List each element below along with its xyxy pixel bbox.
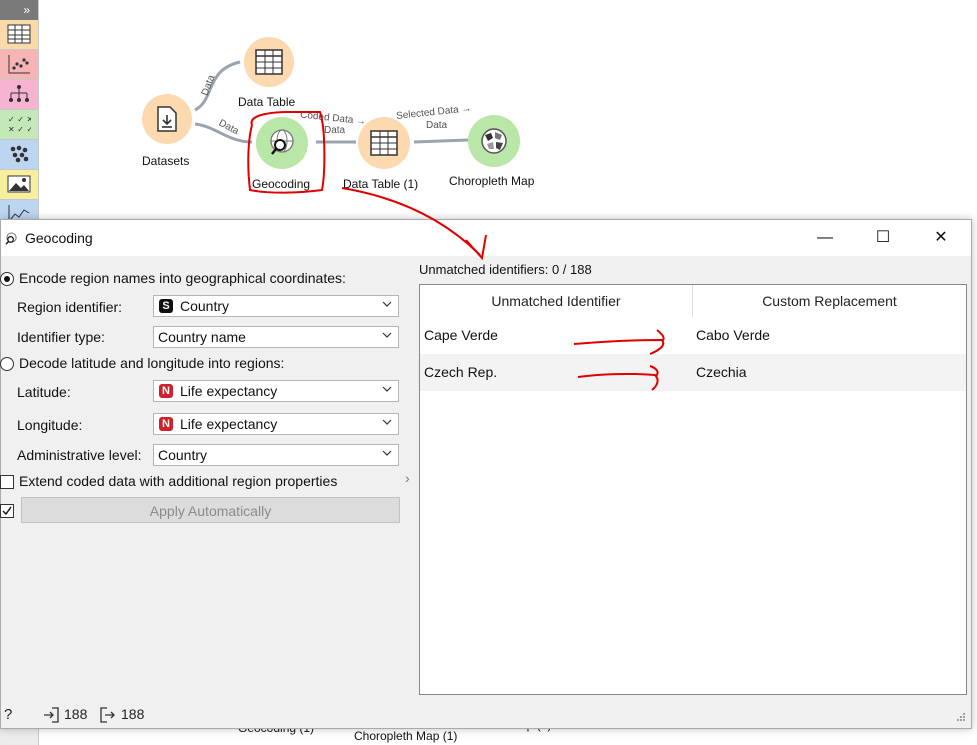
unmatched-table[interactable]: Unmatched Identifier Custom Replacement …: [419, 284, 967, 695]
node-choropleth-map[interactable]: [468, 115, 520, 167]
toolbox-category-visualize[interactable]: [0, 50, 38, 80]
maximize-button[interactable]: ☐: [854, 220, 912, 256]
longitude-combo[interactable]: N Life expectancy: [153, 413, 399, 435]
geocoding-icon: [5, 232, 17, 245]
tree-icon: [9, 85, 29, 102]
image-icon: [7, 175, 31, 193]
latitude-value: Life expectancy: [180, 383, 278, 399]
chevron-down-icon: [382, 332, 392, 338]
node-label-data-table: Data Table: [238, 95, 296, 109]
input-icon: [44, 707, 59, 723]
numeric-variable-icon: N: [159, 384, 173, 398]
checkmark-icon: [2, 506, 12, 516]
latitude-label: Latitude:: [17, 384, 71, 400]
identifier-type-combo[interactable]: Country name: [153, 326, 399, 348]
link-label-data: Data: [426, 120, 448, 131]
svg-text:✓ ✓ ✕: ✓ ✓ ✕: [8, 115, 31, 124]
node-label-datasets: Datasets: [142, 154, 190, 168]
decode-radio[interactable]: [0, 357, 14, 371]
encode-radio[interactable]: [0, 272, 14, 286]
confusion-matrix-icon: ✓ ✓ ✕✕ ✓ ✓: [8, 115, 31, 134]
choropleth-globe-icon: [481, 128, 507, 154]
region-identifier-value: Country: [180, 298, 230, 314]
table-row[interactable]: Cape Verde Cabo Verde: [420, 317, 966, 354]
status-bar: ? 188 188: [1, 704, 971, 726]
node-label-data-table-1: Data Table (1): [343, 177, 419, 191]
longitude-value: Life expectancy: [180, 416, 278, 432]
node-geocoding[interactable]: [256, 117, 308, 169]
node-label-choropleth-map-1: Choropleth Map (1): [354, 729, 458, 743]
custom-replacement-cell[interactable]: Cabo Verde: [696, 317, 770, 353]
toolbox-category-unsupervised[interactable]: [0, 140, 38, 170]
chevron-down-icon: [382, 450, 392, 456]
toolbox-category-data[interactable]: [0, 20, 38, 50]
dialog-title: Geocoding: [25, 230, 93, 246]
cluster-icon: [10, 145, 29, 163]
toolbox-category-image[interactable]: [0, 170, 38, 200]
node-datasets[interactable]: [142, 94, 192, 144]
toolbox-collapse-button[interactable]: »: [0, 0, 38, 20]
input-count: 188: [64, 706, 88, 722]
admin-level-value: Country: [158, 447, 208, 463]
numeric-variable-icon: N: [159, 417, 173, 431]
download-file-icon: [157, 106, 177, 132]
unmatched-identifier-cell: Czech Rep.: [424, 364, 498, 380]
output-count: 188: [121, 706, 145, 722]
node-label-geocoding: Geocoding: [252, 177, 311, 191]
resize-grip-icon[interactable]: [956, 712, 966, 722]
admin-level-combo[interactable]: Country: [153, 444, 399, 466]
link-data-table-1-choropleth[interactable]: [413, 138, 469, 144]
unmatched-identifier-cell: Cape Verde: [424, 327, 498, 343]
table-icon: [7, 24, 31, 44]
toolbox-category-evaluate[interactable]: ✓ ✓ ✕ ✕ ✓ ✓: [0, 110, 38, 140]
output-icon: [100, 707, 115, 723]
chevron-down-icon: [382, 419, 392, 425]
table-icon: [370, 130, 398, 156]
help-icon[interactable]: ?: [4, 706, 12, 723]
chevron-down-icon: [382, 301, 392, 307]
extend-option-label: Extend coded data with additional region…: [19, 473, 338, 489]
region-identifier-label: Region identifier:: [17, 299, 123, 315]
longitude-label: Longitude:: [17, 417, 83, 433]
apply-automatically-checkbox[interactable]: [0, 504, 14, 518]
dialog-titlebar[interactable]: Geocoding — ☐ ✕: [1, 220, 971, 256]
apply-button[interactable]: Apply Automatically: [21, 497, 400, 523]
minimize-button[interactable]: —: [796, 220, 854, 256]
decode-option-label: Decode latitude and longitude into regio…: [19, 355, 285, 371]
region-identifier-combo[interactable]: S Country: [153, 295, 399, 317]
extend-checkbox[interactable]: [0, 475, 14, 489]
column-header-unmatched-identifier[interactable]: Unmatched Identifier: [420, 285, 693, 318]
encode-option-label: Encode region names into geographical co…: [19, 270, 346, 286]
scatter-plot-icon: [8, 55, 30, 74]
node-data-table[interactable]: [244, 37, 294, 87]
link-label-data: Data: [324, 125, 346, 136]
unmatched-identifiers-label: Unmatched identifiers: 0 / 188: [419, 262, 592, 277]
table-row[interactable]: Czech Rep. Czechia: [420, 354, 966, 391]
geocoding-dialog: Geocoding — ☐ ✕ Encode region names into…: [0, 219, 972, 729]
identifier-type-label: Identifier type:: [17, 329, 105, 345]
panel-splitter-arrow[interactable]: ›: [405, 470, 410, 486]
globe-search-icon: [270, 129, 294, 155]
identifier-type-value: Country name: [158, 329, 246, 345]
custom-replacement-cell[interactable]: Czechia: [696, 354, 747, 390]
table-icon: [255, 49, 283, 75]
string-variable-icon: S: [159, 299, 173, 313]
latitude-combo[interactable]: N Life expectancy: [153, 380, 399, 402]
close-button[interactable]: ✕: [912, 220, 970, 256]
svg-text:✕ ✓ ✓: ✕ ✓ ✓: [8, 125, 31, 134]
toolbox-category-model[interactable]: [0, 80, 38, 110]
admin-level-label: Administrative level:: [17, 447, 142, 463]
chevron-down-icon: [382, 386, 392, 392]
column-header-custom-replacement[interactable]: Custom Replacement: [693, 285, 966, 318]
node-data-table-1[interactable]: [358, 117, 410, 169]
node-label-choropleth-map: Choropleth Map: [449, 174, 535, 188]
